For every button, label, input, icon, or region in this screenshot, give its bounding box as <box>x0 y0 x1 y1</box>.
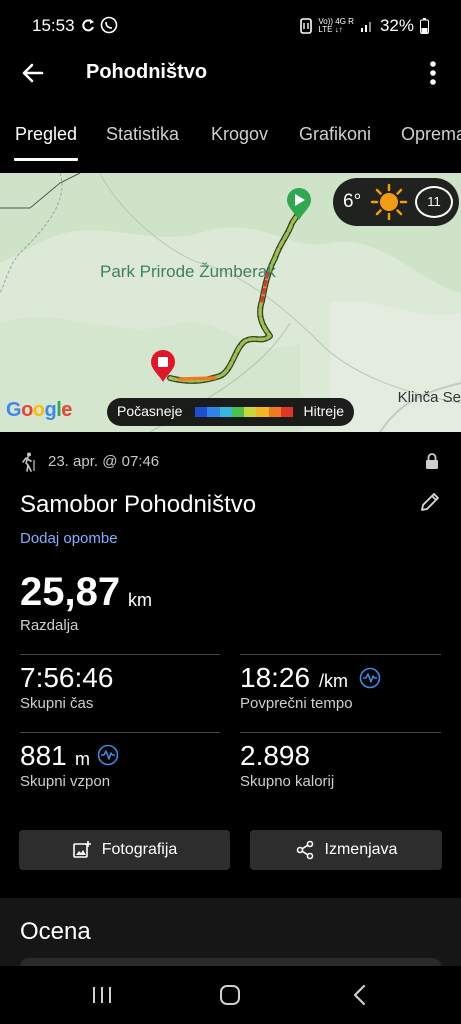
app-bar: Pohodništvo <box>0 52 461 94</box>
system-nav-bar <box>0 966 461 1024</box>
wind-speed: 11 <box>427 194 441 209</box>
legend-color-swatch <box>231 407 244 417</box>
legend-color-swatch <box>268 407 281 417</box>
viber-icon <box>100 16 118 34</box>
google-logo-letter: o <box>32 399 45 421</box>
sync-icon <box>82 19 94 32</box>
finish-marker-icon <box>151 350 175 382</box>
start-marker-icon <box>287 188 311 220</box>
network-bottom: LTE ↓↑ <box>318 25 343 34</box>
google-logo-letter: G <box>6 399 22 421</box>
status-bar: 15:53 Vo)) 4G R LTE ↓↑ 32% <box>0 0 461 52</box>
pace-legend: Počasneje Hitreje <box>107 398 354 426</box>
google-logo-letter: e <box>61 399 72 421</box>
tab-overview[interactable]: Pregled <box>15 124 77 145</box>
battery-icon <box>420 18 429 34</box>
calories-value: 2.898 <box>240 740 311 771</box>
elevation-chart-icon[interactable] <box>97 744 119 766</box>
distance-unit: km <box>128 590 152 610</box>
active-tab-indicator <box>14 158 78 161</box>
avg-pace-label: Povprečni tempo <box>240 695 353 712</box>
divider <box>20 732 220 733</box>
divider <box>240 732 441 733</box>
recent-apps-icon[interactable] <box>88 982 116 1008</box>
battery-percent: 32% <box>379 16 414 35</box>
share-label: Izmenjava <box>324 841 398 858</box>
add-photo-icon <box>72 841 91 858</box>
google-letters: Google <box>6 399 72 421</box>
edit-pencil-icon[interactable] <box>419 491 441 513</box>
map-park-label: Park Prirode Žumberak <box>100 262 276 281</box>
ascent-unit: m <box>75 749 90 769</box>
avg-pace-value: 18:26 <box>240 662 311 693</box>
status-right: Vo)) 4G R LTE ↓↑ 32% <box>300 16 429 36</box>
nfc-icon <box>300 18 313 34</box>
legend-color-scale <box>195 407 293 417</box>
avg-pace-unit: /km <box>319 671 348 691</box>
share-button[interactable]: Izmenjava <box>250 830 442 870</box>
activity-date: 23. apr. @ 07:46 <box>48 453 160 470</box>
more-options-icon[interactable] <box>421 58 445 88</box>
back-arrow-icon[interactable] <box>18 57 50 89</box>
tab-laps[interactable]: Krogov <box>211 124 268 145</box>
tab-charts[interactable]: Grafikoni <box>299 124 371 145</box>
legend-color-swatch <box>280 407 293 417</box>
network-info: Vo)) 4G R LTE ↓↑ <box>318 18 354 34</box>
hiking-icon <box>22 452 35 472</box>
legend-color-swatch <box>195 407 208 417</box>
pace-chart-icon[interactable] <box>359 667 381 689</box>
distance-value: 25,87 <box>20 570 121 614</box>
share-icon <box>296 840 313 860</box>
legend-fast-label: Hitreje <box>303 403 344 419</box>
add-photo-button[interactable]: Fotografija <box>19 830 230 870</box>
google-logo-letter: o <box>21 399 33 421</box>
weather-badge: 6° 11 <box>333 178 459 226</box>
ascent-label: Skupni vzpon <box>20 773 111 790</box>
status-time: 15:53 <box>32 16 75 35</box>
tab-statistics[interactable]: Statistika <box>106 124 179 145</box>
tab-bar: Pregled Statistika Krogov Grafikoni Opre… <box>0 112 461 162</box>
weather-temperature: 6° <box>343 191 362 212</box>
total-time-label: Skupni čas <box>20 695 94 712</box>
legend-color-swatch <box>244 407 257 417</box>
home-icon[interactable] <box>216 982 244 1008</box>
sun-icon <box>370 183 408 221</box>
back-nav-icon[interactable] <box>346 982 374 1008</box>
legend-color-swatch <box>256 407 269 417</box>
legend-slow-label: Počasneje <box>117 403 183 419</box>
rating-title: Ocena <box>20 918 91 945</box>
status-left-icons <box>80 16 118 34</box>
divider <box>240 654 441 655</box>
tab-gear[interactable]: Opremа <box>401 124 461 145</box>
add-photo-label: Fotografija <box>101 841 178 858</box>
total-time-value: 7:56:46 <box>20 662 114 693</box>
signal-icon <box>360 22 371 32</box>
activity-title: Samobor Pohodništvo <box>20 491 257 518</box>
page-title: Pohodništvo <box>86 61 208 83</box>
wind-direction-icon: 11 <box>415 186 453 218</box>
calories-label: Skupno kalorij <box>240 773 335 790</box>
google-logo-letter: g <box>44 399 57 421</box>
lock-icon[interactable] <box>425 453 439 470</box>
distance-label: Razdalja <box>20 617 79 634</box>
legend-color-swatch <box>219 407 232 417</box>
ascent-value: 881 <box>20 740 67 771</box>
rating-section: Ocena <box>0 898 461 970</box>
map-town-label: Klinča Se <box>397 389 461 406</box>
route-map[interactable]: Park Prirode Žumberak Klinča Se 6° 11 Go… <box>0 173 461 432</box>
activity-meta: 23. apr. @ 07:46 <box>20 452 441 472</box>
legend-color-swatch <box>207 407 220 417</box>
divider <box>20 654 220 655</box>
add-notes-link[interactable]: Dodaj opombe <box>20 530 118 547</box>
google-logo: Google <box>6 399 72 422</box>
